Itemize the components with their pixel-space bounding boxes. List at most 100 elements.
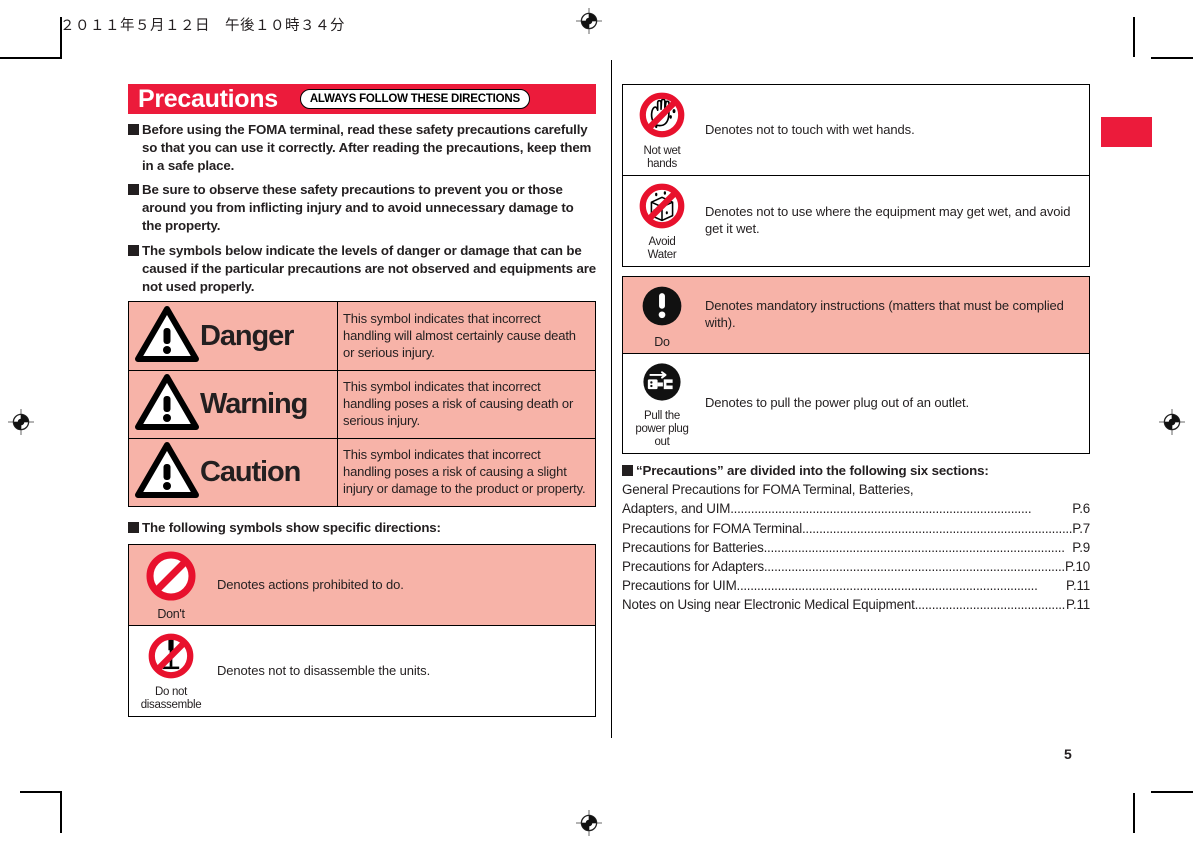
symbol-desc-pull-power-plug: Denotes to pull the power plug out of an…	[705, 394, 970, 410]
right-column: Not wet hands Denotes not to touch with …	[622, 84, 1090, 614]
toc-entry-6-label: Notes on Using near Electronic Medical E…	[622, 597, 915, 613]
registration-mark-top	[576, 8, 602, 34]
crop-mark-bottom-right-h	[1151, 791, 1193, 793]
toc-list: General Precautions for FOMA Terminal, B…	[622, 480, 1090, 614]
intro-paragraph-1-text: Before using the FOMA terminal, read the…	[142, 122, 592, 173]
print-date-header: ２０１１年５月１２日 午後１０時３４分	[60, 18, 345, 34]
trim-line-top-left	[0, 57, 20, 59]
toc-entry-5[interactable]: Precautions for UIM ....................…	[622, 576, 1090, 595]
toc-entry-6-dots: ........................................…	[914, 597, 1066, 613]
warning-triangle-icon	[135, 305, 199, 367]
intro-paragraph-2: Be sure to observe these safety precauti…	[128, 181, 596, 234]
symbol-caption-not-wet-hands-line2: hands	[647, 157, 677, 170]
water-symbols-table: Not wet hands Denotes not to touch with …	[622, 84, 1090, 267]
toc-entry-5-label: Precautions for UIM	[622, 578, 737, 593]
registration-mark-bottom	[576, 810, 602, 836]
crop-mark-top-right-v	[1133, 17, 1135, 57]
toc-entry-4[interactable]: Precautions for Adapters ...............…	[622, 557, 1090, 576]
toc-entry-5-page: P.11	[1065, 578, 1090, 593]
symbol-caption-pull-plug-line1: Pull the	[644, 409, 680, 422]
toc-entry-1[interactable]: Adapters, and UIM ......................…	[622, 499, 1090, 518]
page-number: 5	[1064, 746, 1072, 762]
warning-triangle-icon	[135, 374, 199, 435]
toc-entry-3-label: Precautions for Batteries	[622, 539, 764, 555]
level-desc-warning: This symbol indicates that incorrect han…	[337, 371, 595, 439]
toc-entry-0-label: General Precautions for FOMA Terminal, B…	[622, 482, 914, 498]
symbol-caption-pull-plug-line3: out	[654, 435, 670, 448]
intro-paragraph-1: Before using the FOMA terminal, read the…	[128, 121, 596, 174]
page-body: Precautions ALWAYS FOLLOW THESE DIRECTIO…	[128, 60, 1090, 744]
left-column: Precautions ALWAYS FOLLOW THESE DIRECTIO…	[128, 84, 596, 718]
symbol-row-do-icon-cell: Do	[623, 277, 701, 353]
symbol-caption-do-not-disassemble-line1: Do not	[154, 686, 188, 699]
level-row-warning: Warning This symbol indicates that incor…	[129, 370, 595, 439]
registration-mark-right	[1159, 409, 1185, 435]
bullet-square-icon	[622, 464, 633, 476]
toc-entry-3-page: P.9	[1072, 539, 1090, 555]
toc-entry-2-page: P.7	[1072, 520, 1090, 536]
avoid-water-icon	[637, 181, 687, 236]
level-row-danger-label: Danger	[129, 302, 337, 370]
directions-heading: The following symbols show specific dire…	[128, 519, 596, 537]
toc-entry-2[interactable]: Precautions for FOMA Terminal ..........…	[622, 519, 1090, 538]
level-row-danger: Danger This symbol indicates that incorr…	[129, 302, 595, 371]
crop-mark-top-left-h	[20, 57, 62, 59]
level-row-caution-label: Caution	[129, 439, 337, 506]
symbol-desc-avoid-water: Denotes not to use where the equipment m…	[705, 203, 1071, 236]
no-wet-hands-icon	[637, 90, 687, 145]
danger-level-table: Danger This symbol indicates that incorr…	[128, 301, 596, 508]
unplug-power-icon	[639, 359, 685, 410]
symbol-desc-do: Denotes mandatory instructions (matters …	[705, 297, 1064, 330]
bullet-square-icon	[128, 244, 139, 256]
symbol-row-dont-icon-cell: Don't	[129, 545, 213, 625]
level-desc-caution: This symbol indicates that incorrect han…	[337, 439, 595, 507]
symbol-desc-dont: Denotes actions prohibited to do.	[217, 576, 404, 592]
symbol-caption-pull-plug-line2: power plug	[635, 422, 689, 435]
column-divider	[611, 60, 612, 738]
directions-heading-text: The following symbols show specific dire…	[142, 520, 441, 536]
bullet-square-icon	[128, 184, 139, 196]
symbol-row-avoid-water: Avoid Water Denotes not to use where the…	[623, 174, 1089, 266]
toc-entry-6[interactable]: Notes on Using near Electronic Medical E…	[622, 595, 1090, 614]
section-thumb-tab	[1101, 117, 1152, 147]
symbol-desc-do-not-disassemble: Denotes not to disassemble the units.	[217, 662, 431, 678]
level-word-warning: Warning	[200, 388, 308, 421]
intro-paragraph-3-text: The symbols below indicate the levels of…	[142, 242, 596, 294]
intro-paragraph-2-text: Be sure to observe these safety precauti…	[142, 182, 574, 234]
precautions-banner: Precautions ALWAYS FOLLOW THESE DIRECTIO…	[128, 84, 596, 114]
toc-entry-1-page: P.6	[1072, 501, 1090, 517]
symbol-row-do-not-disassemble-icon-cell: Do not disassemble	[129, 626, 213, 716]
toc-title-text: “Precautions” are divided into the follo…	[636, 462, 989, 478]
crop-mark-bottom-left-h	[20, 791, 62, 793]
prohibited-circle-icon	[145, 550, 197, 607]
crop-mark-bottom-left-v	[60, 793, 62, 833]
no-disassemble-icon	[146, 631, 196, 686]
toc-entry-2-label: Precautions for FOMA Terminal	[622, 520, 802, 536]
symbol-caption-dont: Don't	[157, 607, 185, 622]
symbol-desc-not-wet-hands: Denotes not to touch with wet hands.	[705, 121, 915, 137]
intro-paragraph-3: The symbols below indicate the levels of…	[128, 242, 596, 295]
mandatory-exclamation-icon	[638, 282, 686, 335]
symbol-caption-not-wet-hands-line1: Not wet	[643, 145, 681, 157]
symbol-row-not-wet-hands: Not wet hands Denotes not to touch with …	[623, 85, 1089, 175]
registration-mark-left	[8, 409, 34, 435]
level-word-caution: Caution	[200, 456, 301, 489]
symbol-row-pull-power-plug: Pull the power plug out Denotes to pull …	[623, 352, 1089, 453]
symbol-row-not-wet-hands-icon-cell: Not wet hands	[623, 85, 701, 175]
symbol-caption-avoid-water-line2: Water	[647, 248, 677, 261]
warning-triangle-icon	[135, 442, 199, 503]
toc-entry-6-page: P.11	[1065, 597, 1090, 613]
level-row-warning-label: Warning	[129, 371, 337, 438]
toc-entry-3[interactable]: Precautions for Batteries ..............…	[622, 538, 1090, 557]
symbol-row-pull-power-plug-icon-cell: Pull the power plug out	[623, 354, 701, 453]
toc-entry-3-dots: ........................................…	[763, 539, 1065, 555]
level-word-danger: Danger	[200, 319, 294, 352]
toc-entry-1-dots: ........................................…	[730, 501, 1032, 517]
symbol-row-do-not-disassemble: Do not disassemble Denotes not to disass…	[129, 625, 595, 717]
crop-mark-bottom-right-v	[1133, 793, 1135, 833]
toc-entry-4-label: Precautions for Adapters	[622, 558, 764, 574]
toc-entry-0[interactable]: General Precautions for FOMA Terminal, B…	[622, 480, 1090, 499]
page-title: Precautions	[138, 84, 278, 113]
level-row-caution: Caution This symbol indicates that incor…	[129, 438, 595, 507]
toc-entry-2-dots: ........................................…	[802, 520, 1073, 536]
